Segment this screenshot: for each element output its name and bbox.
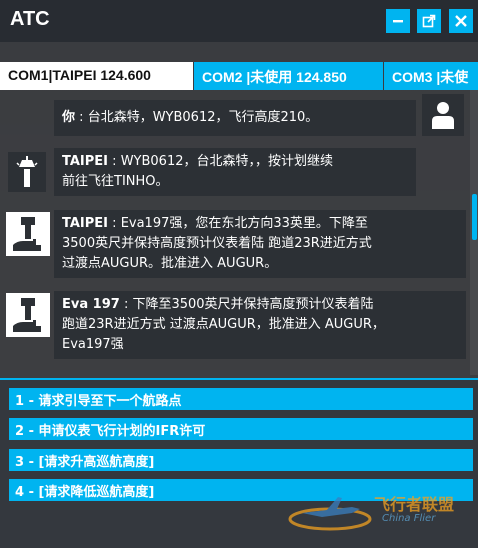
- tab-com2[interactable]: COM2 |未使用 124.850: [194, 62, 383, 90]
- option-2-button[interactable]: 2 - 申请仪表飞行计划的IFR许可: [9, 418, 473, 440]
- pilot-icon: [432, 102, 454, 129]
- message-sep: :: [79, 110, 84, 125]
- tower-icon: [13, 217, 41, 251]
- options-divider: [0, 378, 478, 380]
- message-speaker: 你: [62, 110, 76, 125]
- message-text: 下降至3500英尺并保持高度预计仪表着陆: [132, 297, 374, 312]
- minimize-button[interactable]: [386, 9, 410, 33]
- popout-icon: [422, 14, 436, 28]
- tower-avatar: [8, 152, 46, 192]
- tower-avatar: [6, 293, 50, 337]
- option-3-button[interactable]: 3 - [请求升高巡航高度]: [9, 449, 473, 471]
- tab-com2-name: COM2: [202, 69, 243, 85]
- message-text: 跑道23R进近方式 过渡点AUGUR，批准进入 AUGUR，: [62, 317, 385, 332]
- tab-com2-freq: 124.850: [296, 69, 347, 85]
- tower-icon: [13, 298, 41, 332]
- scrollbar-thumb[interactable]: [472, 194, 477, 240]
- message-text: 3500英尺并保持高度预计仪表着陆 跑道23R进近方式: [62, 236, 372, 251]
- watermark-title: 飞行者联盟: [374, 495, 455, 514]
- tower-avatar: [6, 212, 50, 256]
- option-1-button[interactable]: 1 - 请求引导至下一个航路点: [9, 388, 473, 410]
- message-speaker: Eva 197: [62, 297, 120, 312]
- message-speaker: TAIPEI: [62, 216, 109, 231]
- message-text: 台北森特，WYB0612，飞行高度210。: [87, 110, 319, 125]
- message-text: WYB0612，台北森特，，按计划继续: [120, 154, 333, 169]
- message-scrollbar[interactable]: [470, 90, 478, 375]
- message-bubble: Eva 197 : 下降至3500英尺并保持高度预计仪表着陆 跑道23R进近方式…: [54, 291, 466, 359]
- message-bubble: TAIPEI : Eva197强，您在东北方向33英里。下降至 3500英尺并保…: [54, 210, 466, 278]
- close-button[interactable]: [449, 9, 473, 33]
- message-text: Eva197强: [62, 337, 124, 352]
- tab-com1-station: TAIPEI: [52, 67, 97, 83]
- title-bar: ATC: [0, 0, 478, 42]
- tab-com3-name: COM3: [392, 69, 433, 85]
- window-title: ATC: [10, 8, 50, 30]
- message-text: 前往飞往TINHO。: [62, 174, 169, 189]
- message-text: 过渡点AUGUR。批准进入 AUGUR。: [62, 256, 278, 271]
- popout-button[interactable]: [417, 9, 441, 33]
- tab-com3-station: 未使: [440, 69, 469, 85]
- watermark-subtitle: China Flier: [382, 513, 436, 524]
- tab-com1-freq: 124.600: [100, 67, 151, 83]
- message-sep: :: [112, 216, 117, 231]
- tab-com1[interactable]: COM1|TAIPEI 124.600: [0, 62, 193, 90]
- message-speaker: TAIPEI: [62, 154, 109, 169]
- atc-window: ATC COM1|TAIPEI 124.600 COM2 |未使用 124.85…: [0, 0, 478, 548]
- message-text: Eva197强，您在东北方向33英里。下降至: [120, 216, 368, 231]
- tower-icon: [16, 156, 38, 187]
- com-tabs: COM1|TAIPEI 124.600 COM2 |未使用 124.850 CO…: [0, 62, 478, 90]
- close-icon: [455, 15, 467, 27]
- tab-com2-station: 未使用: [250, 69, 293, 85]
- message-log: 你 : 台北森特，WYB0612，飞行高度210。 TAIPEI : WYB06…: [0, 90, 470, 372]
- airplane-logo-icon: [288, 497, 372, 531]
- message-bubble: 你 : 台北森特，WYB0612，飞行高度210。: [54, 100, 416, 136]
- message-sep: :: [112, 154, 117, 169]
- tab-com1-name: COM1: [8, 67, 49, 83]
- message-bubble: TAIPEI : WYB0612，台北森特，，按计划继续 前往飞往TINHO。: [54, 148, 416, 196]
- watermark: 飞行者联盟 China Flier: [282, 485, 472, 540]
- pilot-avatar: [422, 94, 464, 136]
- tab-com3[interactable]: COM3 |未使: [384, 62, 478, 90]
- minimize-icon: [393, 20, 403, 23]
